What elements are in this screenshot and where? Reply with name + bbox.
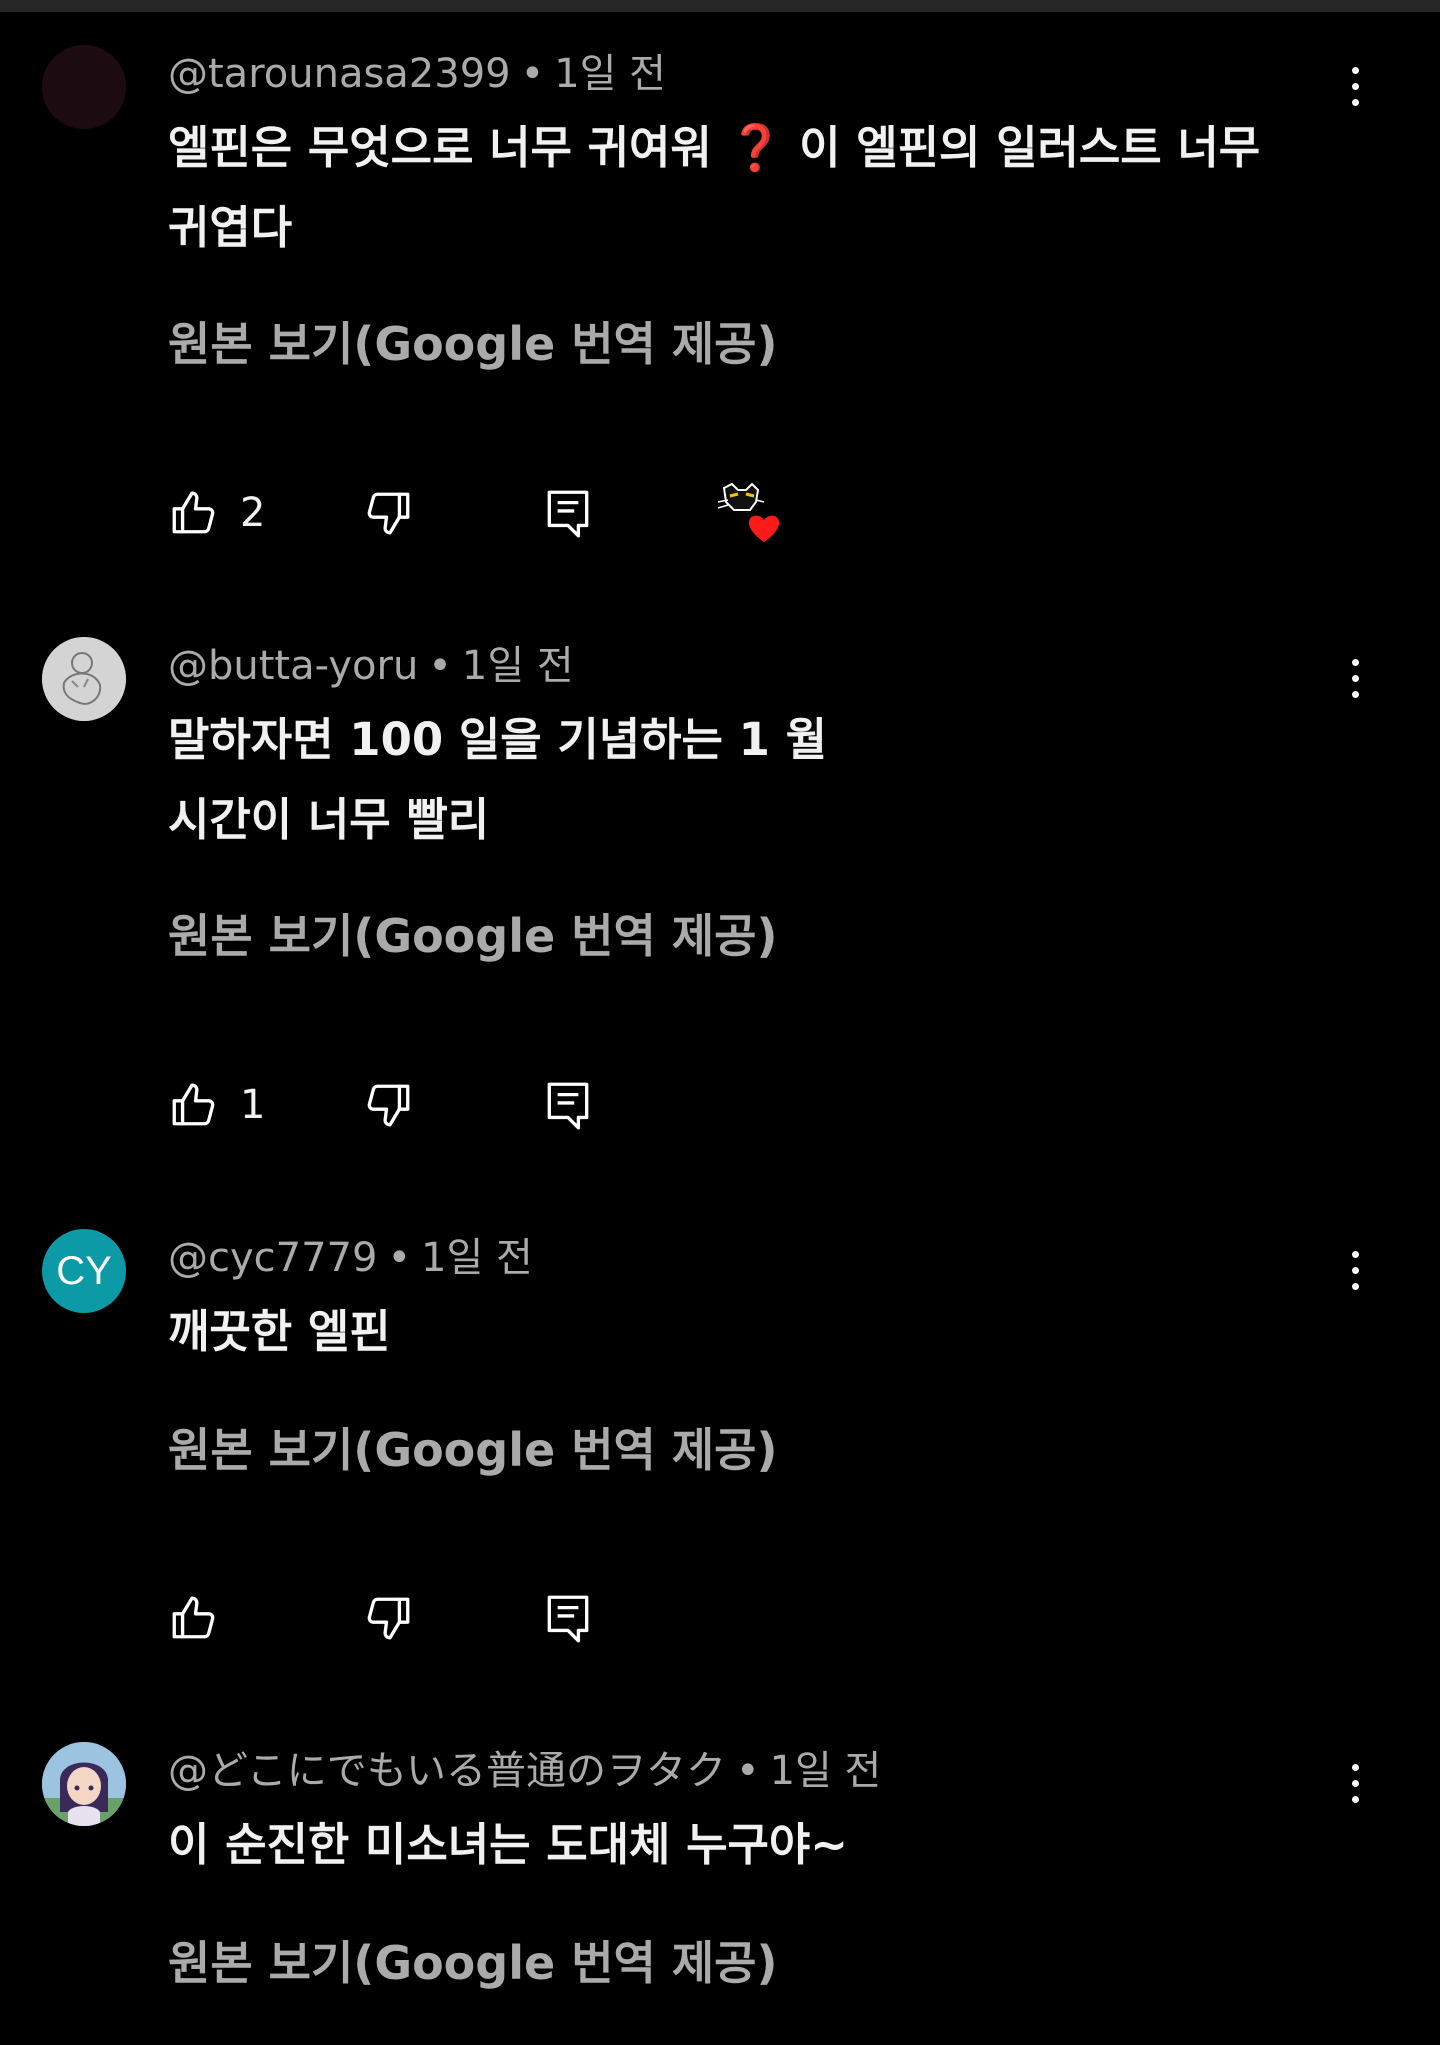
see-original-link[interactable]: 원본 보기(Google 번역 제공)	[168, 316, 778, 372]
comment-time[interactable]: 1일 전	[462, 643, 574, 689]
more-options-button[interactable]	[1334, 1754, 1376, 1814]
like-count: 1	[240, 1082, 266, 1128]
avatar-initials: CY	[56, 1248, 112, 1293]
more-vertical-icon	[1352, 99, 1359, 106]
avatar[interactable]	[42, 1742, 126, 1826]
meta-separator: •	[387, 1235, 412, 1281]
top-divider	[0, 0, 1440, 12]
comment-author[interactable]: @cyc7779	[168, 1235, 377, 1281]
avatar-illustration	[42, 637, 126, 721]
more-options-button[interactable]	[1334, 57, 1376, 117]
like-button[interactable]: 1	[168, 1075, 265, 1135]
meta-separator: •	[736, 1748, 760, 1794]
more-vertical-icon	[1352, 67, 1359, 74]
comment-text: 이 순진한 미소녀는 도대체 누구야~	[168, 1805, 1298, 1885]
more-vertical-icon	[1352, 83, 1359, 90]
comment-meta: @butta-yoru • 1일 전	[168, 642, 574, 690]
reply-icon	[543, 486, 593, 540]
more-vertical-icon	[1352, 1251, 1359, 1258]
comment-meta: @tarounasa2399 • 1일 전	[168, 50, 666, 98]
comment-time[interactable]: 1일 전	[421, 1235, 533, 1281]
more-options-button[interactable]	[1334, 1241, 1376, 1301]
avatar[interactable]	[42, 637, 126, 721]
more-vertical-icon	[1352, 1267, 1359, 1274]
comment-author[interactable]: @どこにでもいる普通のヲタク	[168, 1748, 726, 1794]
creator-heart-badge	[716, 480, 786, 546]
thumb-up-icon	[168, 488, 218, 538]
meta-separator: •	[428, 643, 452, 689]
like-button[interactable]	[168, 1588, 240, 1648]
dislike-button[interactable]	[364, 483, 414, 543]
dislike-button[interactable]	[364, 1588, 414, 1648]
creator-heart-icon	[716, 480, 786, 546]
dislike-button[interactable]	[364, 1075, 414, 1135]
comment-text-line: 시간이 너무 빨리	[168, 793, 490, 846]
more-vertical-icon	[1352, 1780, 1359, 1787]
avatar[interactable]	[42, 45, 126, 129]
comment-text-line: 말하자면 100 일을 기념하는 1 월	[168, 713, 827, 766]
like-count: 2	[240, 490, 266, 536]
comment-text: 엘핀은 무엇으로 너무 귀여워 ❓ 이 엘핀의 일러스트 너무 귀엽다	[168, 108, 1298, 268]
reply-button[interactable]	[543, 483, 593, 543]
comment-text-line: 엘핀은 무엇으로 너무 귀여워 ❓ 이 엘핀의 일러스트 너무	[168, 121, 1261, 174]
comment-author[interactable]: @butta-yoru	[168, 643, 418, 689]
like-button[interactable]: 2	[168, 483, 265, 543]
thumb-down-icon	[364, 1593, 414, 1643]
reply-icon	[543, 1591, 593, 1645]
comment-text-line: 깨끗한 엘핀	[168, 1305, 391, 1358]
avatar[interactable]: CY	[42, 1229, 126, 1313]
see-original-link[interactable]: 원본 보기(Google 번역 제공)	[168, 908, 778, 964]
comment-time[interactable]: 1일 전	[554, 51, 666, 97]
more-options-button[interactable]	[1334, 649, 1376, 709]
comment-meta: @cyc7779 • 1일 전	[168, 1234, 533, 1282]
comment-actions	[168, 1588, 868, 1648]
thumb-up-icon	[168, 1080, 218, 1130]
comment-text-line: 귀엽다	[168, 201, 293, 254]
more-vertical-icon	[1352, 1283, 1359, 1290]
see-original-link[interactable]: 원본 보기(Google 번역 제공)	[168, 1422, 778, 1478]
thumb-up-icon	[168, 1593, 218, 1643]
see-original-link[interactable]: 원본 보기(Google 번역 제공)	[168, 1935, 778, 1991]
comment-author[interactable]: @tarounasa2399	[168, 51, 511, 97]
comment-text: 깨끗한 엘핀	[168, 1292, 1298, 1372]
more-vertical-icon	[1352, 675, 1359, 682]
comment-meta: @どこにでもいる普通のヲタク • 1일 전	[168, 1747, 881, 1795]
more-vertical-icon	[1352, 1764, 1359, 1771]
reply-button[interactable]	[543, 1588, 593, 1648]
more-vertical-icon	[1352, 1796, 1359, 1803]
reply-icon	[543, 1078, 593, 1132]
reply-button[interactable]	[543, 1075, 593, 1135]
comment-time[interactable]: 1일 전	[770, 1748, 882, 1794]
comment-actions: 2	[168, 480, 868, 546]
comment-text: 말하자면 100 일을 기념하는 1 월 시간이 너무 빨리	[168, 700, 1298, 860]
comment-actions: 1	[168, 1075, 868, 1135]
thumb-down-icon	[364, 488, 414, 538]
thumb-down-icon	[364, 1080, 414, 1130]
comment-text-line: 이 순진한 미소녀는 도대체 누구야~	[168, 1818, 848, 1871]
more-vertical-icon	[1352, 691, 1359, 698]
meta-separator: •	[520, 51, 545, 97]
more-vertical-icon	[1352, 659, 1359, 666]
avatar-illustration	[42, 1742, 126, 1826]
